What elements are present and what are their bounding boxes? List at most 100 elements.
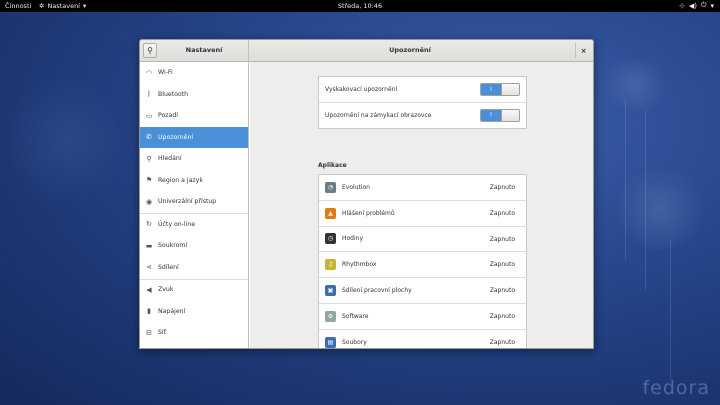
app-status: Zapnuto: [489, 338, 515, 346]
wifi-icon: ◠: [145, 68, 153, 77]
sidebar-item-search[interactable]: ⚲ Hledání: [140, 148, 248, 169]
app-status: Zapnuto: [489, 287, 515, 295]
sidebar-item-online-accounts[interactable]: ↻ Účty on-line: [140, 214, 248, 235]
switch-on-indicator: I: [481, 84, 501, 95]
fedora-logo: fedora: [642, 377, 710, 399]
app-row[interactable]: ◔ Evolution Zapnuto: [319, 175, 526, 201]
online-accounts-icon: ↻: [146, 220, 152, 228]
system-menu[interactable]: ⊹ ◀) ⏻ ▾: [679, 1, 714, 10]
popup-notifications-switch[interactable]: I: [480, 83, 520, 96]
app-name: Rhythmbox: [342, 261, 377, 269]
sidebar-item-sharing[interactable]: ⋖ Sdílení: [140, 257, 248, 278]
sidebar-item-notifications[interactable]: ✆ Upozornění: [140, 126, 248, 148]
sidebar-item-sound[interactable]: ◀ Zvuk: [140, 279, 248, 300]
wallpaper-jellyfish: [600, 60, 670, 110]
app-name: Hodiny: [342, 235, 364, 243]
app-row[interactable]: ♫ Rhythmbox Zapnuto: [319, 252, 526, 279]
sidebar-item-wifi[interactable]: ◠ Wi-Fi: [140, 62, 248, 83]
sidebar-title: Nastavení: [185, 46, 223, 54]
power-icon: ⏻: [700, 1, 707, 9]
app-row[interactable]: ▲ Hlášení problémů Zapnuto: [319, 201, 526, 227]
sidebar-item-label: Sdílení: [158, 263, 179, 271]
rhythmbox-icon: ♫: [325, 259, 336, 271]
app-row[interactable]: ▤ Soubory Zapnuto: [319, 330, 526, 348]
sidebar-item-background[interactable]: ▭ Pozadí: [140, 105, 248, 126]
desktop-sharing-icon: ▣: [325, 285, 336, 297]
software-icon: ⚙: [325, 310, 336, 322]
switch-knob: [501, 109, 519, 121]
sidebar: ◠ Wi-Fi ᛒ Bluetooth ▭ Pozadí ✆ Upozorněn…: [140, 62, 249, 348]
sidebar-item-label: Hledání: [158, 155, 182, 162]
sidebar-item-network[interactable]: ⊟ Síť: [140, 322, 248, 343]
app-name: Software: [342, 312, 369, 320]
wallpaper-tendril: [625, 100, 626, 260]
search-icon: ⚲: [147, 46, 153, 55]
app-status: Zapnuto: [489, 312, 515, 320]
region-icon: ⚑: [145, 176, 153, 184]
app-row[interactable]: ◷ Hodiny Zapnuto: [319, 227, 526, 253]
switch-knob: [501, 84, 519, 95]
volume-icon: ◀): [688, 1, 697, 10]
accessibility-icon: ◉: [145, 197, 153, 206]
sidebar-item-power[interactable]: ▮ Napájení: [140, 301, 248, 322]
wallpaper-tendril: [670, 240, 671, 380]
sidebar-item-label: Zvuk: [158, 286, 174, 293]
app-status: Zapnuto: [489, 261, 515, 269]
sound-icon: ◀: [146, 285, 152, 294]
app-status: Zapnuto: [489, 184, 515, 191]
popup-notifications-row[interactable]: Vyskakovací upozornění I: [319, 77, 526, 103]
sidebar-item-privacy[interactable]: ▬ Soukromí: [140, 235, 248, 256]
search-icon: ⚲: [146, 154, 152, 163]
header-bar: ⚲ Nastavení Upozornění ×: [140, 40, 593, 62]
search-button[interactable]: ⚲: [143, 43, 157, 58]
network-icon: ⊟: [146, 328, 152, 337]
settings-app-icon: ✲: [39, 2, 45, 10]
sidebar-item-label: Napájení: [158, 307, 186, 315]
app-name: Soubory: [342, 338, 367, 346]
sidebar-item-label: Účty on-line: [158, 220, 196, 228]
evolution-icon: ◔: [325, 181, 336, 193]
sidebar-item-label: Síť: [158, 329, 167, 336]
switch-on-indicator: I: [481, 109, 501, 121]
sidebar-item-label: Upozornění: [158, 133, 194, 141]
sidebar-item-label: Wi-Fi: [158, 69, 173, 76]
settings-window: ⚲ Nastavení Upozornění × ◠ Wi-Fi ᛒ Bluet…: [139, 39, 594, 349]
sidebar-item-region[interactable]: ⚑ Region a jazyk: [140, 170, 248, 191]
app-menu-label: Nastavení: [47, 2, 80, 10]
lockscreen-notifications-label: Upozornění na zámykací obrazovce: [325, 111, 432, 119]
sidebar-item-bluetooth[interactable]: ᛒ Bluetooth: [140, 84, 248, 105]
apps-section-title: Aplikace: [318, 162, 347, 169]
wallpaper-tendril: [645, 110, 646, 290]
power-icon: ▮: [147, 307, 151, 315]
close-button[interactable]: ×: [575, 43, 591, 58]
sidebar-item-label: Bluetooth: [158, 90, 189, 98]
app-status: Zapnuto: [489, 209, 515, 217]
problem-report-icon: ▲: [325, 207, 336, 219]
activities-button[interactable]: Činnosti: [5, 2, 31, 10]
bluetooth-icon: ᛒ: [146, 90, 152, 98]
sidebar-header: ⚲ Nastavení: [140, 40, 249, 62]
global-settings-card: Vyskakovací upozornění I Upozornění na z…: [318, 76, 527, 129]
notification-icon: ✆: [146, 133, 152, 141]
lockscreen-notifications-row[interactable]: Upozornění na zámykací obrazovce I: [319, 103, 526, 129]
popup-notifications-label: Vyskakovací upozornění: [325, 85, 398, 93]
app-menu[interactable]: ✲ Nastavení ▾: [39, 2, 86, 10]
sidebar-item-accessibility[interactable]: ◉ Univerzální přístup: [140, 191, 248, 212]
app-status: Zapnuto: [489, 235, 515, 243]
app-name: Sdílení pracovní plochy: [342, 287, 412, 295]
sidebar-item-label: Region a jazyk: [158, 176, 203, 184]
sharing-icon: ⋖: [146, 263, 152, 271]
privacy-icon: ▬: [145, 241, 153, 250]
app-row[interactable]: ⚙ Software Zapnuto: [319, 304, 526, 330]
files-icon: ▤: [325, 336, 336, 348]
app-row[interactable]: ▣ Sdílení pracovní plochy Zapnuto: [319, 278, 526, 304]
apps-list[interactable]: ◔ Evolution Zapnuto ▲ Hlášení problémů Zapnut…: [318, 174, 527, 348]
close-icon: ×: [580, 46, 587, 55]
background-icon: ▭: [145, 111, 153, 120]
lockscreen-notifications-switch[interactable]: I: [480, 108, 520, 122]
network-icon: ⊹: [678, 1, 685, 10]
sidebar-item-label: Soukromí: [158, 242, 188, 249]
app-name: Hlášení problémů: [342, 209, 395, 217]
clock[interactable]: Středa, 10:46: [338, 2, 382, 10]
top-bar: Činnosti ✲ Nastavení ▾ Středa, 10:46 ⊹ ◀…: [0, 0, 720, 12]
